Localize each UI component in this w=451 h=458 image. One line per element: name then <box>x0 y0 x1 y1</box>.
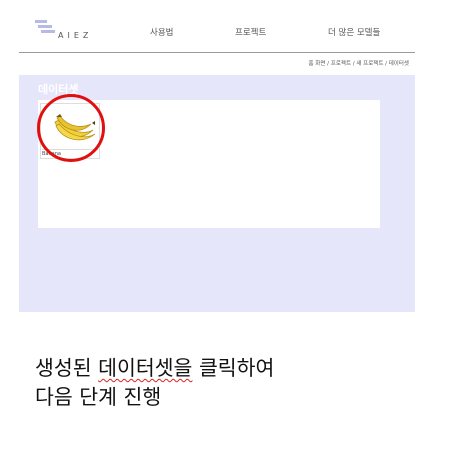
instruction-suffix: 클릭하여 <box>192 356 275 380</box>
instruction-line-2: 다음 단계 진행 <box>35 385 162 409</box>
logo[interactable]: AIEZ <box>35 18 95 44</box>
instruction-prefix: 생성된 <box>35 356 99 380</box>
breadcrumb: 홈 화면 / 프로젝트 / 새 프로젝트 / 데이터셋 <box>308 61 409 67</box>
logo-icon <box>35 20 55 33</box>
top-navbar: AIEZ 사용법 프로젝트 더 많은 모델들 <box>19 0 415 53</box>
nav-more-models[interactable]: 더 많은 모델들 <box>328 26 380 38</box>
highlight-circle <box>37 94 105 162</box>
nav-usage[interactable]: 사용법 <box>150 26 173 38</box>
nav-projects[interactable]: 프로젝트 <box>235 26 266 38</box>
instruction-text: 생성된 데이터셋을 클릭하여 다음 단계 진행 <box>35 354 435 412</box>
instruction-keyword: 데이터셋을 <box>98 356 193 380</box>
instruction-line-1: 생성된 데이터셋을 클릭하여 <box>35 354 435 383</box>
logo-text: AIEZ <box>58 31 93 40</box>
